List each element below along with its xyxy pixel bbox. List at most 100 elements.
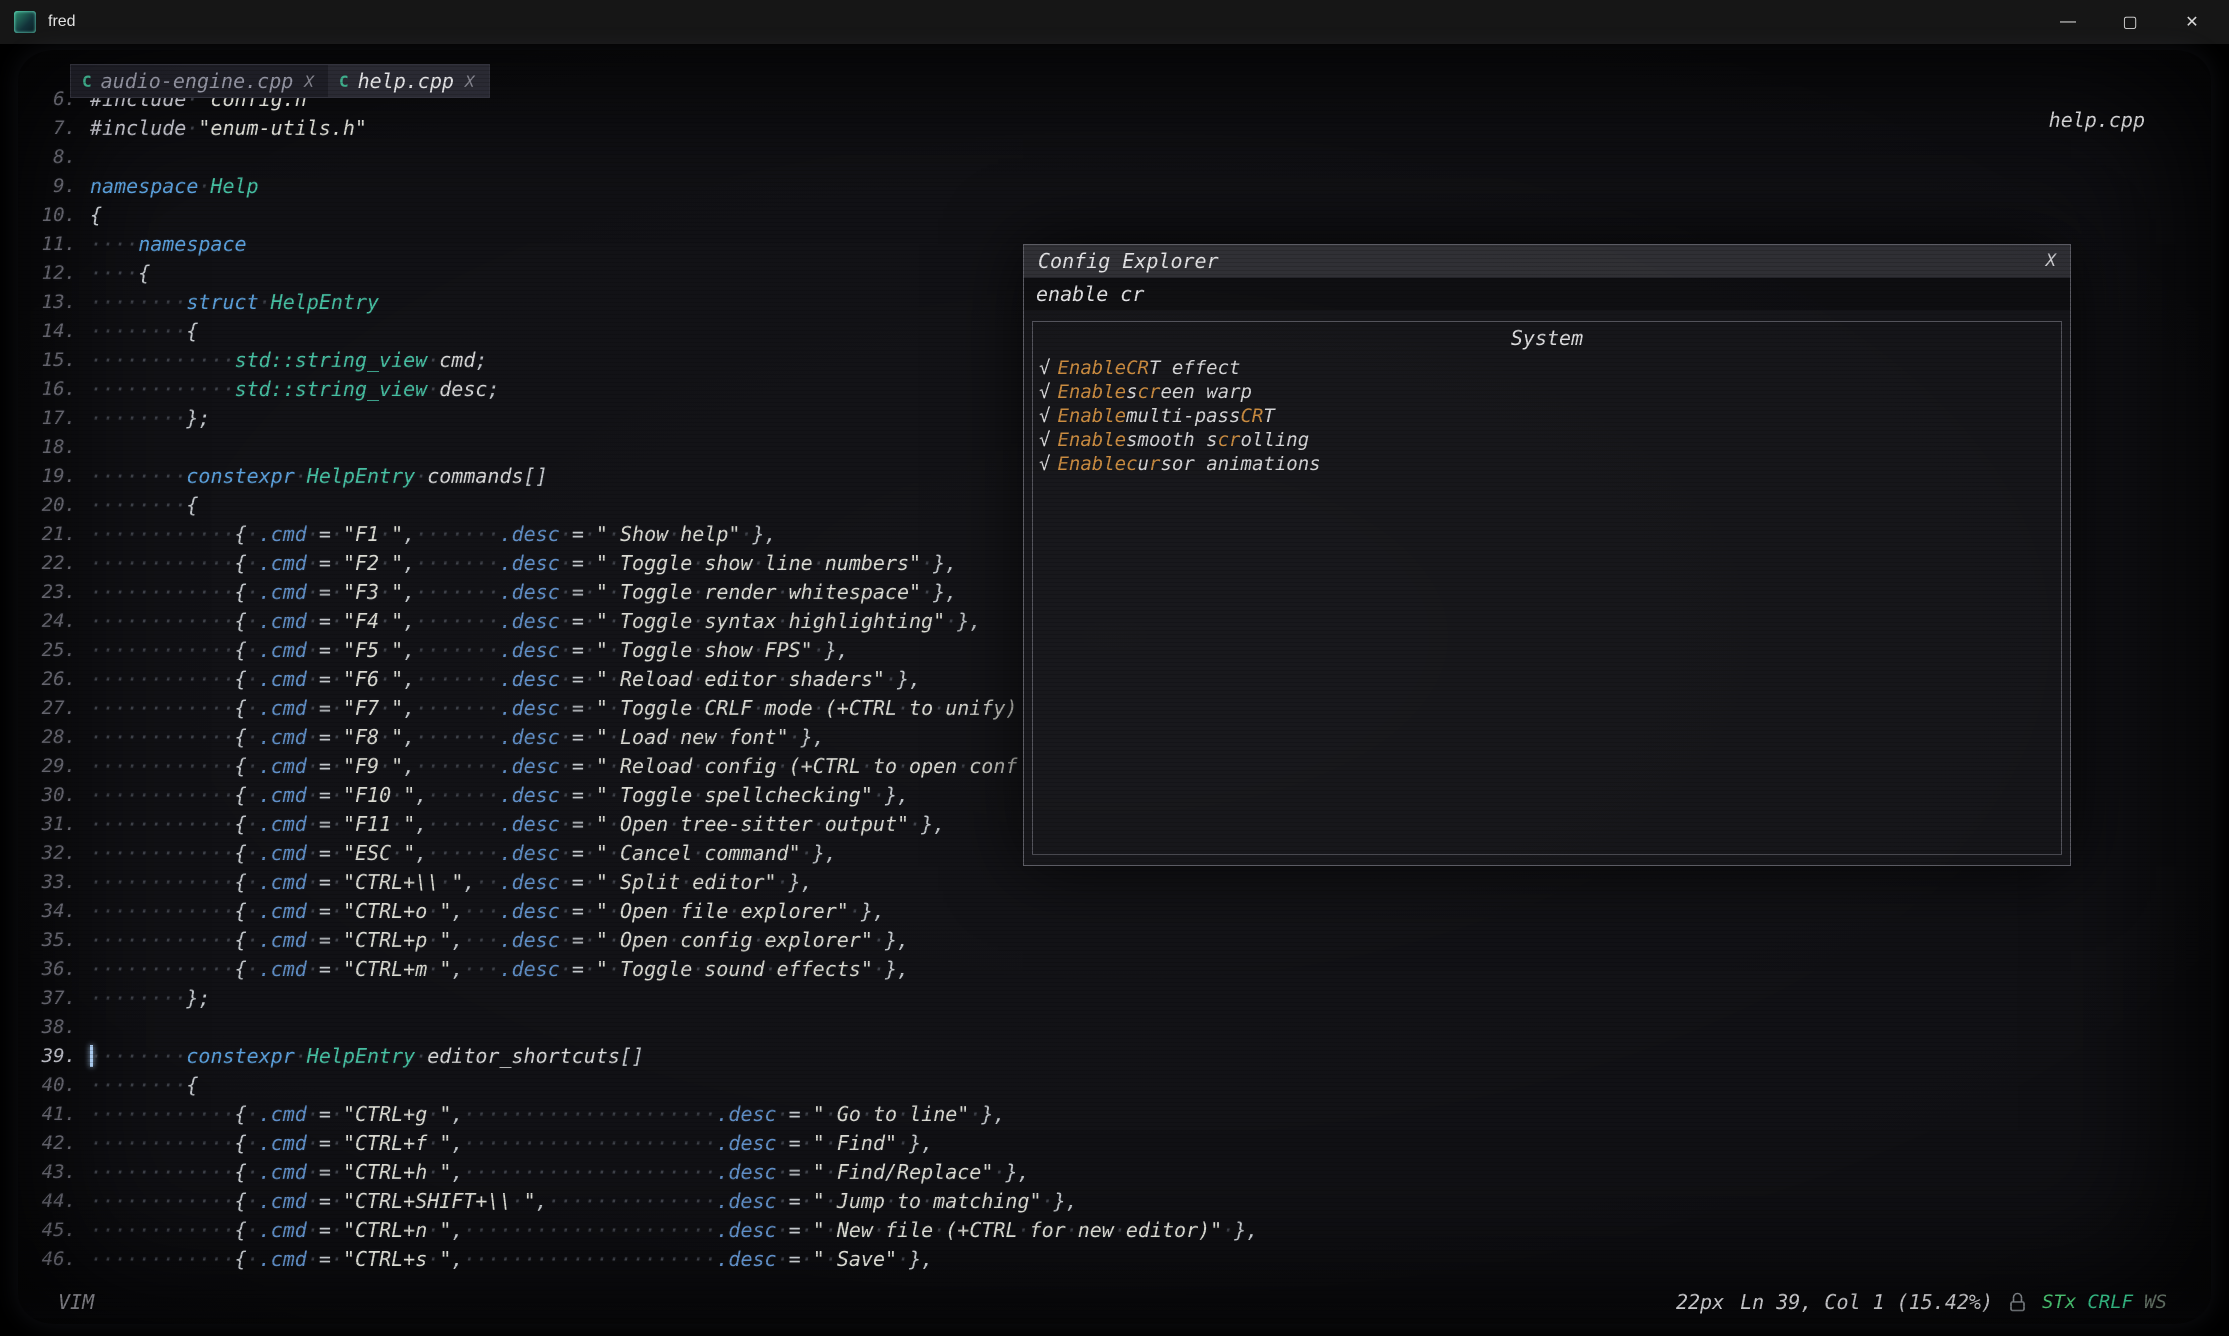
line-number: 32. [24, 839, 90, 868]
whitespace-dot: · [488, 580, 500, 604]
code-line-44[interactable]: 44.············{·.cmd·=·"CTRL+SHIFT+\\·"… [24, 1187, 2211, 1216]
whitespace-dot: · [488, 638, 500, 662]
whitespace-dot: · [331, 754, 343, 778]
tab-help.cpp[interactable]: Chelp.cppX [328, 65, 489, 97]
whitespace-dot: · [451, 754, 463, 778]
whitespace-dot: · [198, 580, 210, 604]
whitespace-dot: · [90, 406, 102, 430]
code-line-41[interactable]: 41.············{·.cmd·=·"CTRL+g·",······… [24, 1100, 2211, 1129]
window-title: fred [48, 13, 76, 31]
tab-audio-engine.cpp[interactable]: Caudio-engine.cppX [71, 65, 328, 97]
whitespace-dot: · [475, 1247, 487, 1271]
whitespace-dot: · [186, 1218, 198, 1242]
whitespace-dot: · [223, 551, 235, 575]
whitespace-dot: · [162, 493, 174, 517]
option-text: multi-pass [1126, 405, 1240, 427]
whitespace-dot: · [656, 1102, 668, 1126]
whitespace-dot: · [186, 638, 198, 662]
line-number: 27. [24, 694, 90, 723]
whitespace-dot: · [596, 1189, 608, 1213]
code-line-38[interactable]: 38. [24, 1013, 2211, 1042]
whitespace-dot: · [487, 870, 499, 894]
whitespace-dot: · [463, 725, 475, 749]
whitespace-dot: · [150, 841, 162, 865]
config-option-4[interactable]: √Enable cursor animations [1033, 452, 2061, 476]
config-option-2[interactable]: √Enable multi-pass CRT [1033, 404, 2061, 428]
whitespace-dot: · [632, 1160, 644, 1184]
whitespace-dot: · [150, 1189, 162, 1213]
whitespace-dot: · [174, 1218, 186, 1242]
whitespace-dot: · [162, 725, 174, 749]
code-line-43[interactable]: 43.············{·.cmd·=·"CTRL+h·",······… [24, 1158, 2211, 1187]
config-search-input[interactable]: enable cr [1024, 277, 2070, 310]
code-line-39[interactable]: 39.········constexpr·HelpEntry·editor_sh… [24, 1042, 2211, 1071]
code-line-35[interactable]: 35.············{·.cmd·=·"CTRL+p·",···.de… [24, 926, 2211, 955]
code-line-34[interactable]: 34.············{·.cmd·=·"CTRL+o·",···.de… [24, 897, 2211, 926]
config-option-3[interactable]: √Enable smooth scrolling [1033, 428, 2061, 452]
code-line-10[interactable]: 10.{ [24, 201, 2211, 230]
code-line-46[interactable]: 46.············{·.cmd·=·"CTRL+s·",······… [24, 1245, 2211, 1274]
whitespace-dot: · [210, 899, 222, 923]
whitespace-dot: · [247, 870, 259, 894]
whitespace-dot: · [572, 1160, 584, 1184]
whitespace-dot: · [150, 290, 162, 314]
whitespace-dot: · [126, 319, 138, 343]
tab-close-icon[interactable]: X [465, 72, 475, 91]
whitespace-dot: · [680, 1247, 692, 1271]
maximize-button[interactable]: ▢ [2099, 0, 2161, 44]
whitespace-dot: · [102, 783, 114, 807]
whitespace-dot: · [680, 1189, 692, 1213]
whitespace-dot: · [524, 1102, 536, 1126]
whitespace-dot: · [162, 609, 174, 633]
whitespace-dot: · [150, 986, 162, 1010]
code-line-36[interactable]: 36.············{·.cmd·=·"CTRL+m·",···.de… [24, 955, 2211, 984]
config-option-1[interactable]: √Enable screen warp [1033, 380, 2061, 404]
whitespace-dot: · [560, 667, 572, 691]
line-number: 9. [24, 172, 90, 201]
line-number: 18. [24, 433, 90, 462]
whitespace-dot: · [150, 348, 162, 372]
whitespace-dot: · [608, 928, 620, 952]
code-line-42[interactable]: 42.············{·.cmd·=·"CTRL+f·",······… [24, 1129, 2211, 1158]
code-line-40[interactable]: 40.········{ [24, 1071, 2211, 1100]
whitespace-dot: · [114, 319, 126, 343]
whitespace-dot: · [114, 1247, 126, 1271]
whitespace-dot: · [307, 667, 319, 691]
whitespace-dot: · [427, 725, 439, 749]
whitespace-dot: · [150, 609, 162, 633]
code-line-37[interactable]: 37.········}; [24, 984, 2211, 1013]
whitespace-dot: · [174, 522, 186, 546]
whitespace-dot: · [90, 638, 102, 662]
whitespace-dot: · [138, 638, 150, 662]
whitespace-dot: · [198, 812, 210, 836]
whitespace-dot: · [584, 667, 596, 691]
close-button[interactable]: ✕ [2161, 0, 2223, 44]
tab-close-icon[interactable]: X [304, 72, 314, 91]
whitespace-dot: · [415, 522, 427, 546]
minimize-button[interactable]: — [2037, 0, 2099, 44]
match-highlight: Enable [1057, 453, 1126, 475]
dialog-close-button[interactable]: X [2046, 251, 2056, 271]
code-line-9[interactable]: 9.namespace·Help [24, 172, 2211, 201]
code-line-45[interactable]: 45.············{·.cmd·=·"CTRL+n·",······… [24, 1216, 2211, 1245]
line-number: 28. [24, 723, 90, 752]
whitespace-dot: · [307, 812, 319, 836]
code-line-8[interactable]: 8. [24, 143, 2211, 172]
whitespace-dot: · [439, 667, 451, 691]
line-number: 46. [24, 1245, 90, 1274]
code-line-7[interactable]: 7.#include·"enum-utils.h" [24, 114, 2211, 143]
code-line-33[interactable]: 33.············{·.cmd·=·"CTRL+\\·",··.de… [24, 868, 2211, 897]
line-number: 12. [24, 259, 90, 288]
whitespace-dot: · [223, 580, 235, 604]
whitespace-dot: · [198, 1189, 210, 1213]
whitespace-dot: · [813, 812, 825, 836]
whitespace-dot: · [138, 1218, 150, 1242]
whitespace-dot: · [825, 1102, 837, 1126]
whitespace-dot: · [162, 841, 174, 865]
whitespace-dot: · [704, 1160, 716, 1184]
whitespace-dot: · [150, 899, 162, 923]
config-option-0[interactable]: √Enable CRT effect [1033, 356, 2061, 380]
whitespace-dot: · [295, 1044, 307, 1068]
whitespace-dot: · [90, 957, 102, 981]
whitespace-dot: · [247, 841, 259, 865]
